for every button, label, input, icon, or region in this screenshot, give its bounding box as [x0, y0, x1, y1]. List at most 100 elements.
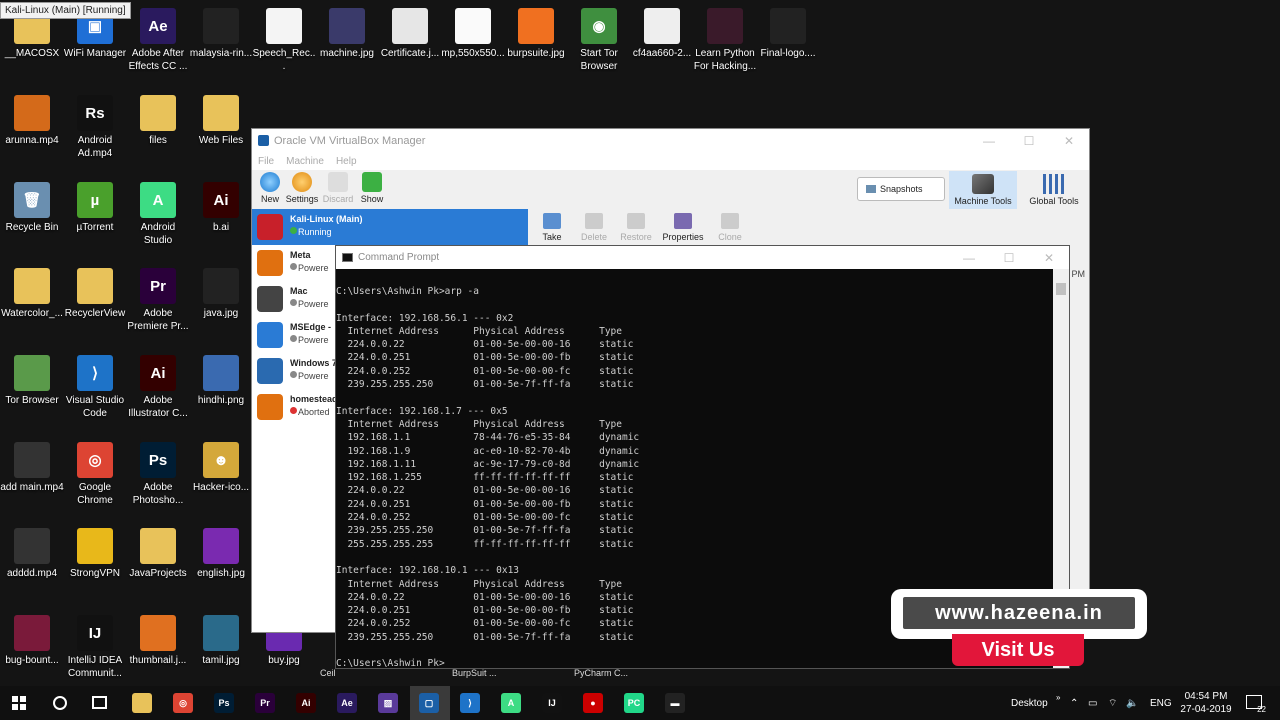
- desktop-icon[interactable]: Final-logo....: [756, 8, 820, 60]
- desktop-icon[interactable]: Pr Adobe Premiere Pr...: [126, 268, 190, 333]
- intellij-icon[interactable]: IJ: [542, 693, 562, 713]
- desktop-icon[interactable]: A Android Studio: [126, 182, 190, 247]
- maximize-icon[interactable]: ☐: [1009, 129, 1049, 152]
- desktop-icon[interactable]: Ps Adobe Photosho...: [126, 442, 190, 507]
- cmd-icon[interactable]: ▬: [665, 693, 685, 713]
- desktop-icon[interactable]: adddd.mp4: [0, 528, 64, 580]
- system-clock[interactable]: 04:54 PM 27-04-2019: [1176, 690, 1236, 716]
- desktop-icon[interactable]: bug-bount...: [0, 615, 64, 667]
- android-studio-icon[interactable]: A: [501, 693, 521, 713]
- desktop-icon[interactable]: ⟩ Visual Studio Code: [63, 355, 127, 420]
- premiere-icon[interactable]: Pr: [255, 693, 275, 713]
- chevron-up-icon[interactable]: »: [1056, 680, 1060, 714]
- menu-file[interactable]: File: [258, 156, 274, 167]
- file-icon: [140, 615, 176, 651]
- desktop-icon-label: Adobe Photosho...: [132, 482, 184, 506]
- show-hidden-icons[interactable]: ⌃: [1070, 686, 1078, 720]
- file-icon: [392, 8, 428, 44]
- desktop-icon[interactable]: english.jpg: [189, 528, 253, 580]
- illustrator-icon[interactable]: Ai: [296, 693, 316, 713]
- file-icon: ◉: [581, 8, 617, 44]
- machine-tools-button[interactable]: Machine Tools: [949, 171, 1017, 209]
- properties-button[interactable]: Properties: [661, 211, 705, 242]
- windows-start-icon[interactable]: [12, 696, 26, 710]
- desktop-icon[interactable]: RecyclerView: [63, 268, 127, 320]
- close-icon[interactable]: ✕: [1029, 246, 1069, 269]
- notification-center-icon[interactable]: 22: [1246, 695, 1266, 714]
- after-effects-icon[interactable]: Ae: [337, 693, 357, 713]
- desktop-icon[interactable]: ◉ Start Tor Browser: [567, 8, 631, 73]
- file-explorer-icon[interactable]: [132, 693, 152, 713]
- recorder-icon[interactable]: ●: [583, 693, 603, 713]
- desktop-icon[interactable]: arunna.mp4: [0, 95, 64, 147]
- language-indicator[interactable]: ENG: [1150, 686, 1172, 720]
- minimize-icon[interactable]: —: [969, 129, 1009, 152]
- virtualbox-icon[interactable]: ▢: [419, 693, 439, 713]
- desktop-icon-label: IntelliJ IDEA Communit...: [67, 655, 123, 679]
- desktop-icon[interactable]: Certificate.j...: [378, 8, 442, 60]
- desktop-icon[interactable]: Ai Adobe Illustrator C...: [126, 355, 190, 420]
- desktop-icon[interactable]: StrongVPN: [63, 528, 127, 580]
- chrome-icon[interactable]: ◎: [173, 693, 193, 713]
- desktop-icon[interactable]: ☻ Hacker-ico...: [189, 442, 253, 494]
- volume-icon[interactable]: 🔈: [1126, 686, 1138, 720]
- scrollbar-thumb[interactable]: [1056, 283, 1066, 295]
- desktop-icon[interactable]: add main.mp4: [0, 442, 64, 494]
- discard-button[interactable]: Discard: [320, 172, 356, 204]
- delete-snapshot-button[interactable]: Delete: [577, 211, 611, 242]
- vm-state: Powere: [298, 371, 329, 381]
- photoshop-icon[interactable]: Ps: [214, 693, 234, 713]
- desktop-icon[interactable]: Tor Browser: [0, 355, 64, 407]
- desktop-icon[interactable]: hindhi.png: [189, 355, 253, 407]
- restore-snapshot-button[interactable]: Restore: [619, 211, 653, 242]
- desktop-icon[interactable]: tamil.jpg: [189, 615, 253, 667]
- desktop-icon[interactable]: Rs Android Ad.mp4: [63, 95, 127, 160]
- desktop-icon[interactable]: machine.jpg: [315, 8, 379, 60]
- os-icon: [257, 286, 283, 312]
- close-icon[interactable]: ✕: [1049, 129, 1089, 152]
- desktop-icon[interactable]: Speech_Rec...: [252, 8, 316, 73]
- desktop-icon[interactable]: burpsuite.jpg: [504, 8, 568, 60]
- desktop-icon[interactable]: Ae Adobe After Effects CC ...: [126, 8, 190, 73]
- desktop-icon[interactable]: µ µTorrent: [63, 182, 127, 234]
- cortana-icon[interactable]: [53, 696, 67, 710]
- vbox-title-bar[interactable]: Oracle VM VirtualBox Manager — ☐ ✕: [252, 129, 1089, 152]
- menu-machine[interactable]: Machine: [286, 156, 324, 167]
- desktop-icon[interactable]: Watercolor_...: [0, 268, 64, 320]
- desktop-icon[interactable]: JavaProjects: [126, 528, 190, 580]
- desktop-icon[interactable]: files: [126, 95, 190, 147]
- desktop-icon[interactable]: IJ IntelliJ IDEA Communit...: [63, 615, 127, 680]
- desktop-icon-label: hindhi.png: [197, 395, 245, 406]
- desktop-icon[interactable]: thumbnail.j...: [126, 615, 190, 667]
- visual-studio-icon[interactable]: ▨: [378, 693, 398, 713]
- desktop-icon[interactable]: 🗑 Recycle Bin: [0, 182, 64, 234]
- take-snapshot-button[interactable]: Take: [535, 211, 569, 242]
- snapshots-button[interactable]: Snapshots: [857, 177, 945, 201]
- clone-button[interactable]: Clone: [713, 211, 747, 242]
- vscode-icon[interactable]: ⟩: [460, 693, 480, 713]
- desktop-icon[interactable]: malaysia-rin...: [189, 8, 253, 60]
- network-icon[interactable]: ⌔: [1108, 686, 1117, 720]
- vm-list-item[interactable]: Kali-Linux (Main) Running: [252, 209, 528, 245]
- maximize-icon[interactable]: ☐: [989, 246, 1029, 269]
- pycharm-icon[interactable]: PC: [624, 693, 644, 713]
- desktop-icon[interactable]: cf4aa660-2...: [630, 8, 694, 60]
- global-tools-button[interactable]: Global Tools: [1024, 171, 1084, 206]
- taskbar: ◎ Ps Pr Ai Ae ▨ ▢ ⟩ A IJ ● PC ▬ Desktop » ⌃ ▭ ⌔ 🔈 EN…: [0, 686, 1280, 720]
- desktop-icon[interactable]: mp,550x550...: [441, 8, 505, 60]
- task-view-icon[interactable]: [92, 696, 107, 709]
- cmd-title-bar[interactable]: Command Prompt — ☐ ✕: [336, 246, 1069, 269]
- cmd-line: 224.0.0.252 01-00-5e-00-00-fc static: [336, 512, 634, 524]
- show-button[interactable]: Show: [354, 172, 390, 204]
- battery-icon[interactable]: ▭: [1088, 686, 1097, 720]
- desktop-icon[interactable]: java.jpg: [189, 268, 253, 320]
- desktop-icon[interactable]: ◎ Google Chrome: [63, 442, 127, 507]
- desktop-icon[interactable]: Web Files: [189, 95, 253, 147]
- minimize-icon[interactable]: —: [949, 246, 989, 269]
- desktop-icon[interactable]: Learn Python For Hacking...: [693, 8, 757, 73]
- burpsuite-label: BurpSuit ...: [452, 668, 497, 678]
- menu-help[interactable]: Help: [336, 156, 357, 167]
- desktop-icon[interactable]: Ai b.ai: [189, 182, 253, 234]
- desktop-toolbar-label[interactable]: Desktop: [1011, 686, 1048, 720]
- settings-button[interactable]: Settings: [282, 172, 322, 204]
